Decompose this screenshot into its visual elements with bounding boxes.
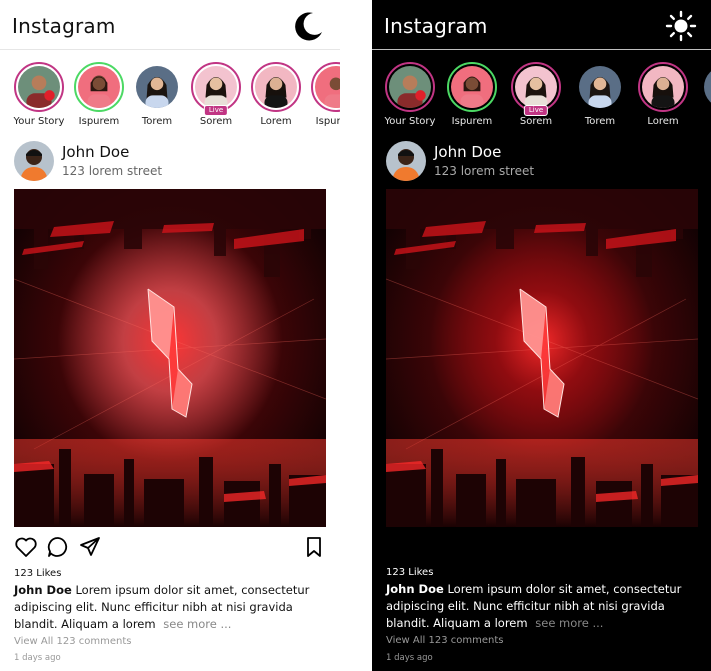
dark-theme-screen: Instagram Your Story Ispurem Live Sorem …: [372, 0, 711, 671]
caption-username[interactable]: John Doe: [386, 582, 444, 596]
view-comments-link[interactable]: View All 123 comments: [14, 636, 131, 647]
post-image[interactable]: [386, 189, 698, 527]
post-username[interactable]: John Doe: [62, 143, 129, 161]
post-header: John Doe 123 lorem street: [386, 141, 711, 183]
story-name: Your Story: [13, 116, 65, 127]
story-ring: [447, 62, 497, 112]
see-more-link[interactable]: see more ...: [535, 616, 603, 630]
avatar: [195, 66, 237, 108]
stories-bar[interactable]: Your Story Ispurem Live Sorem Torem Lore…: [372, 62, 711, 132]
comment-icon[interactable]: [46, 535, 70, 559]
story-ring: [14, 62, 64, 112]
story-item[interactable]: Ispurem: [442, 62, 502, 127]
story-ring: Live: [191, 62, 241, 116]
post-caption: John Doe Lorem ipsum dolor sit amet, con…: [14, 582, 332, 633]
heart-icon[interactable]: [14, 535, 38, 559]
story-name: Sorem: [199, 116, 233, 127]
story-name: Torem: [584, 116, 616, 127]
stories-bar[interactable]: Your Story Ispurem Torem Live Sorem Lore…: [0, 62, 340, 132]
likes-count[interactable]: 123 Likes: [14, 568, 61, 579]
avatar: [642, 66, 684, 108]
post-actions: [14, 535, 326, 559]
view-comments-link[interactable]: View All 123 comments: [386, 635, 503, 646]
avatar: [515, 66, 557, 108]
story-item[interactable]: Live Sorem: [186, 62, 246, 127]
story-item[interactable]: Ispurem: [69, 62, 129, 127]
light-theme-screen: Instagram Your Story Ispurem Torem Live …: [0, 0, 340, 671]
story-item[interactable]: Lorem: [633, 62, 693, 127]
story-item[interactable]: Your Story: [9, 62, 69, 127]
avatar: [78, 66, 120, 108]
avatar: [315, 66, 340, 108]
app-title: Instagram: [384, 14, 488, 38]
post-header: John Doe 123 lorem street: [14, 141, 340, 183]
story-name: Ispurem: [78, 116, 120, 127]
post-location[interactable]: 123 lorem street: [62, 164, 162, 178]
story-name: Torem: [141, 116, 173, 127]
story-name: Your Story: [384, 116, 436, 127]
likes-count[interactable]: 123 Likes: [386, 567, 433, 578]
story-ring: [638, 62, 688, 112]
story-item[interactable]: Torem: [570, 62, 630, 127]
post-image[interactable]: [14, 189, 326, 527]
avatar[interactable]: [386, 141, 426, 181]
moon-icon[interactable]: [292, 9, 326, 43]
post-timestamp: 1 days ago: [386, 653, 433, 663]
story-ring: [700, 62, 711, 112]
avatar: [18, 66, 60, 108]
avatar: [704, 66, 711, 108]
story-name: Lorem: [260, 116, 292, 127]
post-username[interactable]: John Doe: [434, 143, 501, 161]
story-ring: [132, 62, 182, 112]
story-ring: [311, 62, 340, 112]
avatar: [136, 66, 178, 108]
app-header: Instagram: [0, 0, 340, 50]
story-ring: Live: [511, 62, 561, 116]
avatar: [389, 66, 431, 108]
story-item[interactable]: Live Sorem: [506, 62, 566, 127]
avatar: [579, 66, 621, 108]
post-location[interactable]: 123 lorem street: [434, 164, 534, 178]
bookmark-icon[interactable]: [302, 535, 326, 559]
story-name: Ispurem: [451, 116, 493, 127]
panel-gap: [340, 0, 372, 671]
sun-icon[interactable]: [664, 9, 698, 43]
live-badge: Live: [203, 105, 229, 116]
app-header: Instagram: [372, 0, 711, 50]
story-item[interactable]: Ispurem: [306, 62, 340, 127]
story-name: Ispurem: [315, 116, 340, 127]
post-caption: John Doe Lorem ipsum dolor sit amet, con…: [386, 581, 703, 632]
live-badge: Live: [523, 105, 549, 116]
post-timestamp: 1 days ago: [14, 653, 61, 663]
caption-username[interactable]: John Doe: [14, 583, 72, 597]
story-ring: [575, 62, 625, 112]
story-name: Lorem: [647, 116, 679, 127]
avatar: [451, 66, 493, 108]
story-item[interactable]: Torem: [127, 62, 187, 127]
story-ring: [385, 62, 435, 112]
story-name: Sorem: [519, 116, 553, 127]
story-item[interactable]: Your Story: [380, 62, 440, 127]
share-icon[interactable]: [78, 535, 102, 559]
avatar[interactable]: [14, 141, 54, 181]
story-item[interactable]: Lorem: [246, 62, 306, 127]
avatar: [255, 66, 297, 108]
story-ring: [74, 62, 124, 112]
story-ring: [251, 62, 301, 112]
app-title: Instagram: [12, 14, 116, 38]
story-item[interactable]: [695, 62, 711, 112]
see-more-link[interactable]: see more ...: [163, 617, 231, 631]
